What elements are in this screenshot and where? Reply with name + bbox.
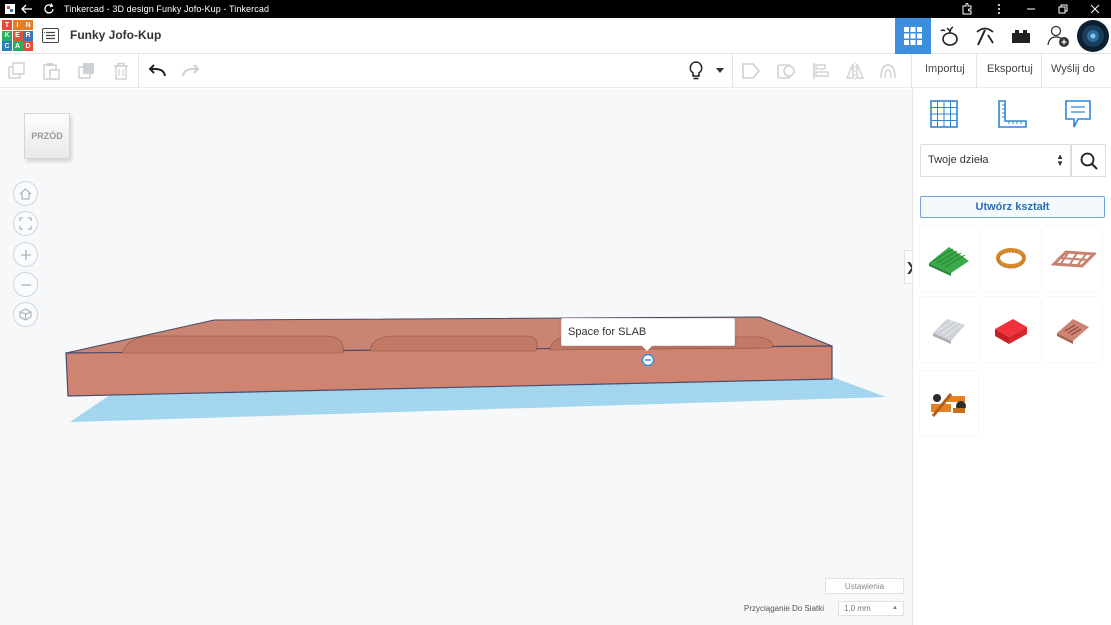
shape-tile-orange-ring[interactable] [982,226,1040,291]
shape-tile-gray-slab[interactable] [920,297,978,362]
undo-icon[interactable] [146,60,168,82]
shapes-panel: Twoje dzieła ▲ ▼ Utwórz kształt [912,89,1111,625]
more-icon[interactable] [983,0,1015,18]
workplane-grid-icon[interactable] [927,97,961,131]
tinkercad-logo[interactable]: TIN KER CAD [2,20,33,51]
tooltip-arrow [641,345,653,351]
user-avatar[interactable] [1075,18,1111,54]
pickaxe-icon [976,27,994,46]
paste-icon[interactable] [40,60,62,82]
logo-letter: D [23,41,33,51]
caret-up-icon: ▲ [892,605,898,611]
shape-tile-engraved-plate[interactable] [1044,297,1102,362]
snap-grid-select[interactable]: 1,0 mm ▲ [838,601,904,616]
workplane-scene[interactable] [0,89,912,625]
shape-library-value: Twoje dzieła [928,154,989,166]
logo-letter: K [2,30,12,41]
ruler-icon[interactable] [995,97,1029,131]
toolbar-divider [732,54,733,88]
shape-tile-red-box[interactable] [982,297,1040,362]
duplicate-icon[interactable] [76,60,98,82]
toolbar-divider [976,54,977,88]
redo-icon[interactable] [180,60,202,82]
logo-letter: E [12,30,23,41]
restore-icon[interactable] [1047,0,1079,18]
toolbar-divider [138,54,139,88]
window-title: Tinkercad - 3D design Funky Jofo-Kup - T… [64,4,270,14]
search-button[interactable] [1071,144,1106,177]
export-button[interactable]: Eksportuj [987,63,1033,75]
design-title[interactable]: Funky Jofo-Kup [70,28,161,42]
import-button[interactable]: Importuj [925,63,965,75]
chevron-down-icon[interactable] [711,60,729,82]
shape-library-select[interactable]: Twoje dzieła ▲ ▼ [920,144,1071,177]
notes-icon[interactable] [1061,97,1095,131]
minimize-icon[interactable] [1015,0,1047,18]
logo-letter: A [12,41,23,51]
slab-cutout-left [121,335,344,354]
3d-viewport[interactable]: PRZÓD Space for SLAB Ustawienia Przyciąg… [0,89,912,625]
snap-grid-value: 1,0 mm [844,604,871,613]
mirror-icon[interactable] [844,60,866,82]
bricks-button[interactable] [1003,18,1039,54]
grid-icon [904,27,922,45]
create-shape-button[interactable]: Utwórz kształt [920,196,1105,218]
back-arrow-icon[interactable] [16,0,38,18]
shape-tile-orange-mechanism[interactable] [920,371,978,436]
copy-icon[interactable] [6,60,28,82]
ungroup-icon[interactable] [775,60,797,82]
apple-drop-icon [940,26,958,46]
select-arrows-icon: ▲ ▼ [1056,152,1064,168]
3d-design-grid-button[interactable] [895,18,931,54]
logo-letter: R [23,30,33,41]
app-header: TIN KER CAD Funky Jofo-Kup [0,18,1111,54]
add-user-icon [1047,25,1069,47]
logo-letter: N [23,20,33,30]
shape-tile-grid-frame[interactable] [1044,226,1102,291]
delete-icon[interactable] [110,60,132,82]
settings-button[interactable]: Ustawienia [825,578,904,594]
search-icon [1080,152,1098,170]
slab-cutout-center [369,335,538,352]
notes-lightbulb-icon[interactable] [685,60,707,82]
cruise-icon[interactable] [877,60,899,82]
app-icon [4,3,16,15]
send-to-button[interactable]: Wyślij do [1051,63,1095,75]
sim-lab-button[interactable] [932,18,968,54]
shape-tooltip: Space for SLAB [561,318,735,346]
close-icon[interactable] [1079,0,1111,18]
snap-grid-label: Przyciąganie Do Siatki [744,604,825,613]
window-title-bar: Tinkercad - 3D design Funky Jofo-Kup - T… [0,0,1111,18]
toolbar-divider [911,54,912,88]
group-icon[interactable] [740,60,762,82]
logo-letter: C [2,41,12,51]
add-user-button[interactable] [1040,18,1076,54]
build-button[interactable] [967,18,1003,54]
logo-letter: T [2,20,12,30]
align-icon[interactable] [810,60,832,82]
toolbar-divider [1041,54,1042,88]
brick-icon [1012,30,1030,43]
design-list-icon[interactable] [42,28,59,43]
reload-icon[interactable] [38,0,60,18]
extensions-icon[interactable] [951,0,983,18]
logo-letter: I [12,20,23,30]
shape-tile-green-roof[interactable] [920,226,978,291]
edit-toolbar: Importuj Eksportuj Wyślij do [0,54,1111,88]
avatar-icon [1077,20,1109,52]
